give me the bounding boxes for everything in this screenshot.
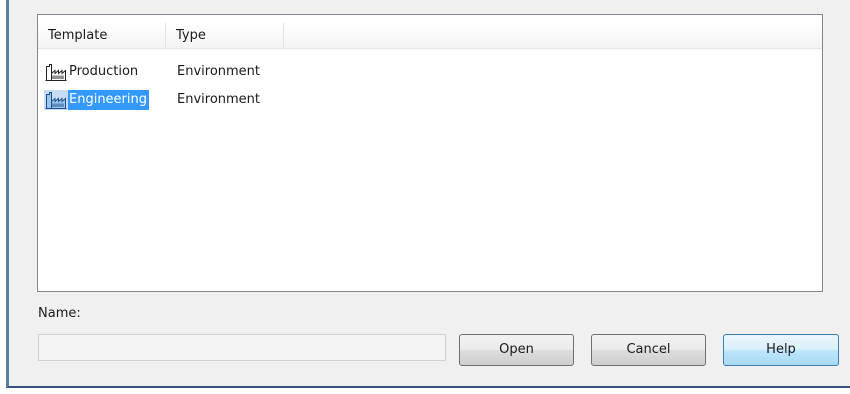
item-label-engineering: Engineering xyxy=(68,90,149,110)
screen: Template Type Production Environment Eng… xyxy=(0,0,850,394)
cell-template: Engineering xyxy=(44,90,149,110)
open-button[interactable]: Open xyxy=(459,334,574,366)
cell-type: Environment xyxy=(177,92,261,107)
list-item-production[interactable]: Production Environment xyxy=(44,62,344,82)
name-input[interactable] xyxy=(38,334,446,361)
cell-type: Environment xyxy=(177,64,261,79)
help-button[interactable]: Help xyxy=(723,334,839,366)
cell-template: Production xyxy=(44,62,140,82)
column-header-filler xyxy=(284,23,822,48)
factory-icon xyxy=(44,62,68,82)
column-header-template[interactable]: Template xyxy=(38,23,166,48)
factory-icon xyxy=(44,90,68,110)
item-label-production: Production xyxy=(69,64,139,79)
list-header: Template Type xyxy=(38,23,822,49)
column-header-type[interactable]: Type xyxy=(166,23,284,48)
cancel-button[interactable]: Cancel xyxy=(591,334,706,366)
template-list[interactable]: Template Type Production Environment Eng… xyxy=(37,14,823,292)
list-item-engineering[interactable]: Engineering Environment xyxy=(44,90,344,110)
template-dialog: Template Type Production Environment Eng… xyxy=(6,0,850,388)
name-label: Name: xyxy=(38,306,81,321)
